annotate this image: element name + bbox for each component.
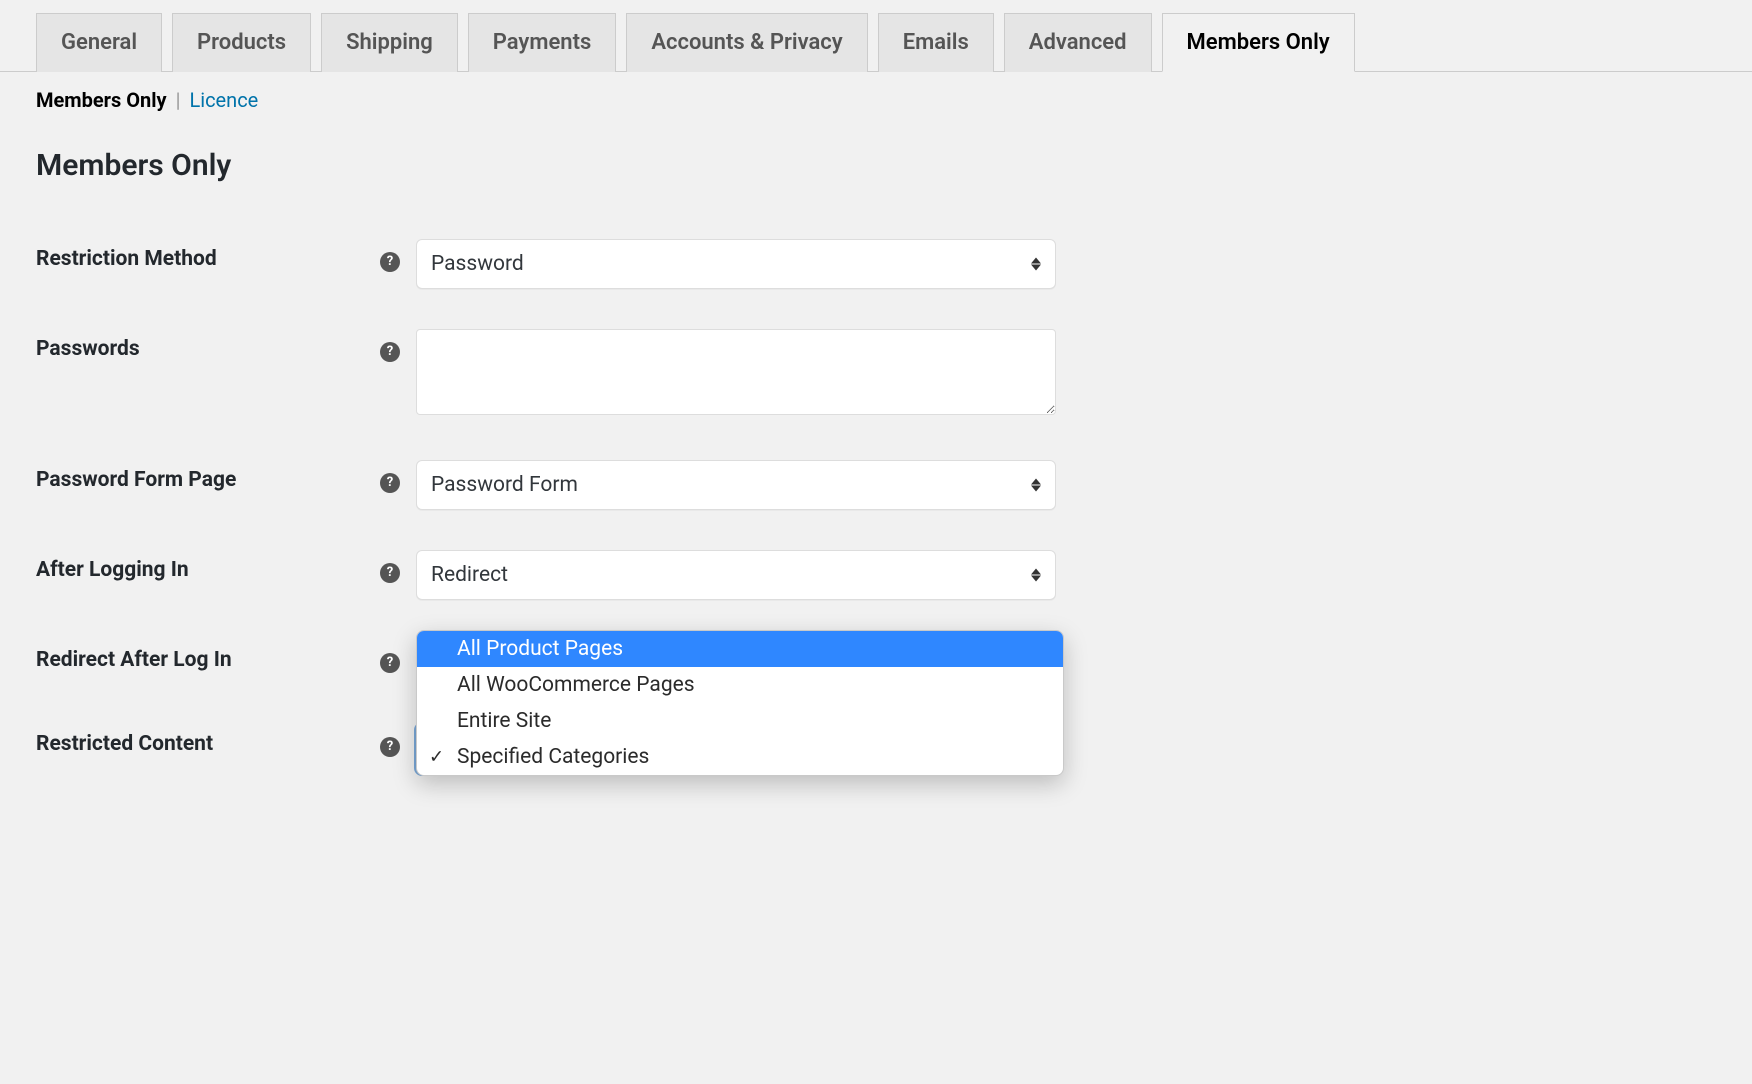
- select-arrows-icon: [1031, 258, 1041, 271]
- subnav-licence[interactable]: Licence: [189, 88, 258, 112]
- select-after-logging-in[interactable]: Redirect: [416, 550, 1056, 600]
- option-label: Specified Categories: [457, 745, 649, 769]
- option-entire-site[interactable]: Entire Site: [417, 703, 1063, 739]
- section-title: Members Only: [36, 148, 1752, 183]
- label-restriction-method: Restriction Method: [0, 219, 370, 309]
- row-after-logging-in: After Logging In ? Redirect: [0, 530, 1752, 620]
- help-icon[interactable]: ?: [380, 473, 400, 493]
- checkmark-icon: ✓: [429, 747, 444, 768]
- settings-tabs: General Products Shipping Payments Accou…: [0, 0, 1752, 72]
- label-after-logging-in: After Logging In: [0, 530, 370, 620]
- help-icon[interactable]: ?: [380, 563, 400, 583]
- option-all-woocommerce-pages[interactable]: All WooCommerce Pages: [417, 667, 1063, 703]
- tab-accounts-privacy[interactable]: Accounts & Privacy: [626, 13, 867, 72]
- label-restricted-content: Restricted Content: [0, 704, 370, 794]
- option-specified-categories[interactable]: ✓ Specified Categories: [417, 739, 1063, 775]
- row-redirect-after-login: Redirect After Log In ? All Product Page…: [0, 620, 1752, 704]
- help-icon[interactable]: ?: [380, 737, 400, 757]
- option-label: Entire Site: [457, 709, 551, 733]
- select-arrows-icon: [1031, 479, 1041, 492]
- row-restriction-method: Restriction Method ? Password: [0, 219, 1752, 309]
- section-subnav: Members Only | Licence: [0, 72, 1752, 112]
- label-password-form-page: Password Form Page: [0, 440, 370, 530]
- subnav-members-only[interactable]: Members Only: [36, 88, 167, 112]
- select-redirect-after-login-container: All Product Pages All WooCommerce Pages …: [416, 640, 1712, 684]
- label-redirect-after-login: Redirect After Log In: [0, 620, 370, 704]
- select-restriction-method[interactable]: Password: [416, 239, 1056, 289]
- tab-emails[interactable]: Emails: [878, 13, 994, 72]
- tab-payments[interactable]: Payments: [468, 13, 617, 72]
- help-icon[interactable]: ?: [380, 252, 400, 272]
- tab-products[interactable]: Products: [172, 13, 311, 72]
- tab-advanced[interactable]: Advanced: [1004, 13, 1152, 72]
- option-all-product-pages[interactable]: All Product Pages: [417, 631, 1063, 667]
- row-passwords: Passwords ?: [0, 309, 1752, 440]
- subnav-separator: |: [172, 88, 185, 112]
- select-password-form-page-value: Password Form: [431, 473, 578, 497]
- option-label: All WooCommerce Pages: [457, 673, 695, 697]
- select-restriction-method-value: Password: [431, 252, 524, 276]
- option-label: All Product Pages: [457, 637, 623, 661]
- select-arrows-icon: [1031, 569, 1041, 582]
- settings-form: Restriction Method ? Password Passwords …: [0, 219, 1752, 794]
- help-icon[interactable]: ?: [380, 653, 400, 673]
- row-password-form-page: Password Form Page ? Password Form: [0, 440, 1752, 530]
- select-after-logging-in-value: Redirect: [431, 563, 508, 587]
- select-password-form-page[interactable]: Password Form: [416, 460, 1056, 510]
- tab-shipping[interactable]: Shipping: [321, 13, 458, 72]
- restricted-content-dropdown[interactable]: All Product Pages All WooCommerce Pages …: [416, 630, 1064, 776]
- tab-members-only[interactable]: Members Only: [1162, 13, 1355, 72]
- help-icon[interactable]: ?: [380, 342, 400, 362]
- settings-wrap: General Products Shipping Payments Accou…: [0, 0, 1752, 834]
- tab-general[interactable]: General: [36, 13, 162, 72]
- label-passwords: Passwords: [0, 309, 370, 440]
- textarea-passwords[interactable]: [416, 329, 1056, 415]
